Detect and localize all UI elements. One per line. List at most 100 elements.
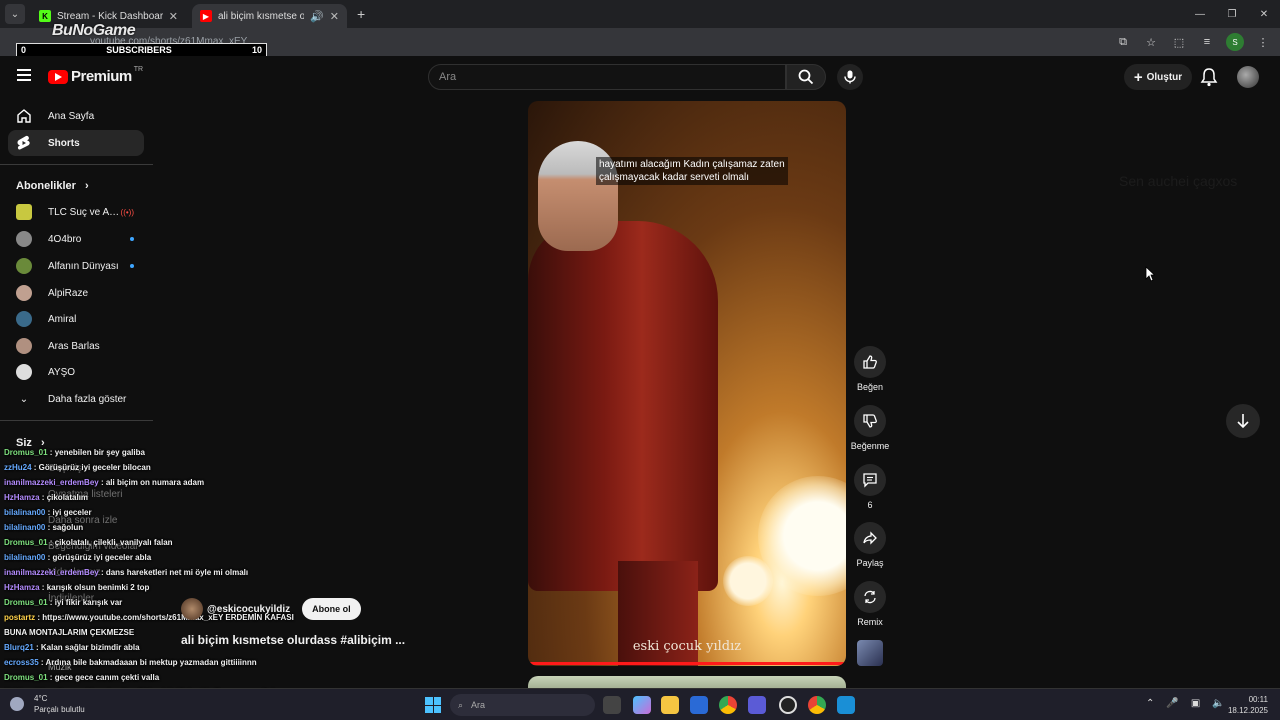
video-caption: hayatımı alacağım Kadın çalışamaz zaten … bbox=[596, 157, 788, 185]
tab-search-menu-icon[interactable]: ⌄ bbox=[5, 4, 25, 24]
chat-message: HzHamza : çikolatalım bbox=[4, 490, 334, 505]
channel-name: Alfanın Dünyası bbox=[48, 260, 119, 272]
sidebar-item-subscription[interactable]: AlpiRaze bbox=[16, 284, 134, 302]
obs-icon[interactable] bbox=[779, 696, 797, 714]
tab-youtube-short[interactable]: ▶ ali biçim kısmetse olurdass 🔊 ✕ bbox=[192, 4, 347, 28]
video-watermark: eski çocuk yıldız bbox=[632, 639, 742, 654]
microphone-icon[interactable]: 🎤 bbox=[1166, 698, 1178, 709]
subscriber-goal-bar: 0 SUBSCRIBERS 10 bbox=[16, 43, 267, 57]
hamburger-menu-icon[interactable] bbox=[17, 69, 31, 81]
network-icon[interactable]: ▣ bbox=[1191, 698, 1200, 709]
sidebar-item-subscription[interactable]: Amiral bbox=[16, 310, 134, 328]
file-explorer-icon[interactable] bbox=[661, 696, 679, 714]
dislike-button[interactable]: Beğenme bbox=[848, 405, 892, 451]
voice-search-button[interactable] bbox=[837, 64, 863, 90]
windows-taskbar: 4°C Parçalı bulutlu ⌕ Ara ⌃ 🎤 ▣ 🔈 00:11 … bbox=[0, 688, 1280, 720]
chat-username[interactable]: HzHamza bbox=[4, 583, 40, 592]
chat-username[interactable]: Dromus_01 bbox=[4, 538, 48, 547]
share-button[interactable]: Paylaş bbox=[848, 522, 892, 568]
task-view-icon[interactable] bbox=[603, 696, 621, 714]
weather-widget[interactable]: 4°C Parçalı bulutlu bbox=[34, 693, 85, 715]
browser-menu-icon[interactable]: ⋮ bbox=[1254, 33, 1272, 51]
store-icon[interactable] bbox=[690, 696, 708, 714]
minimize-icon[interactable]: — bbox=[1184, 0, 1216, 28]
sidebar-item-subscription[interactable]: Aras Barlas bbox=[16, 337, 134, 355]
chat-separator: : bbox=[31, 463, 39, 472]
windows-start-icon[interactable] bbox=[425, 697, 441, 713]
remix-button[interactable]: Remix bbox=[848, 581, 892, 627]
subscriptions-heading[interactable]: Abonelikler › bbox=[16, 180, 89, 192]
show-more-button[interactable]: ⌄ Daha fazla göster bbox=[16, 390, 134, 408]
caption-line: çalışmayacak kadar serveti olmalı bbox=[599, 172, 750, 183]
region-code: TR bbox=[133, 66, 144, 73]
subscribe-button[interactable]: Abone ol bbox=[302, 598, 361, 620]
comments-button[interactable]: 6 bbox=[848, 464, 892, 510]
close-tab-icon[interactable]: ✕ bbox=[330, 10, 339, 23]
app-icon[interactable] bbox=[748, 696, 766, 714]
chat-username[interactable]: zzHu24 bbox=[4, 463, 32, 472]
video-progress-bar[interactable] bbox=[528, 662, 846, 665]
copilot-icon[interactable] bbox=[633, 696, 651, 714]
video-title[interactable]: ali biçim kısmetse olurdass #alibiçim ..… bbox=[181, 633, 405, 647]
chrome-profile-icon[interactable] bbox=[808, 696, 826, 714]
close-tab-icon[interactable]: ✕ bbox=[169, 10, 178, 23]
sidebar-item-subscription[interactable]: TLC Suç ve Araşt... ((•)) bbox=[16, 203, 134, 221]
channel-avatar bbox=[16, 364, 32, 380]
chat-message: Dromus_01 : çikolatalı, çilekli, vanilya… bbox=[4, 535, 334, 550]
sidebar-item-subscription[interactable]: 4O4bro bbox=[16, 230, 134, 248]
youtube-logo[interactable]: Premium TR bbox=[48, 66, 144, 85]
sidebar-item-shorts[interactable]: Shorts bbox=[8, 130, 144, 156]
app-icon[interactable] bbox=[837, 696, 855, 714]
channel-avatar bbox=[16, 311, 32, 327]
shorts-video-player[interactable]: hayatımı alacağım Kadın çalışamaz zaten … bbox=[528, 101, 846, 666]
chat-username[interactable]: bilalinan00 bbox=[4, 523, 45, 532]
clock[interactable]: 00:11 18.12.2025 bbox=[1218, 694, 1268, 716]
chat-username[interactable]: bilalinan00 bbox=[4, 508, 45, 517]
search-input[interactable]: Ara bbox=[428, 64, 786, 90]
restore-icon[interactable]: ❐ bbox=[1216, 0, 1248, 28]
chrome-icon[interactable] bbox=[719, 696, 737, 714]
extensions-icon[interactable]: ⬚ bbox=[1170, 33, 1188, 51]
chat-separator: : bbox=[39, 493, 47, 502]
taskbar-search[interactable]: ⌕ Ara bbox=[450, 694, 595, 716]
next-short-button[interactable] bbox=[1226, 404, 1260, 438]
chat-text: ali biçim on numara adam bbox=[105, 478, 205, 487]
channel-handle[interactable]: @eskicocukyildiz bbox=[207, 604, 290, 615]
chat-username[interactable]: inanilmazzeki_erdemBey bbox=[4, 568, 99, 577]
notifications-bell-icon[interactable] bbox=[1200, 67, 1218, 87]
chat-username[interactable]: Blurq21 bbox=[4, 643, 34, 652]
chat-username[interactable]: ecross35 bbox=[4, 658, 39, 667]
sidebar-item-home[interactable]: Ana Sayfa bbox=[8, 103, 144, 129]
search-button[interactable] bbox=[786, 64, 826, 90]
new-tab-button[interactable]: + bbox=[357, 6, 365, 22]
channel-avatar[interactable] bbox=[181, 598, 203, 620]
chat-text: çikolatalı, çilekli, vanilyalı falan bbox=[54, 538, 173, 547]
sidebar-item-subscription[interactable]: Alfanın Dünyası bbox=[16, 257, 134, 275]
chat-username[interactable]: HzHamza bbox=[4, 493, 40, 502]
browser-tab-strip: ⌄ K Stream - Kick Dashboard ✕ ▶ ali biçi… bbox=[0, 0, 1280, 28]
chat-username[interactable]: Dromus_01 bbox=[4, 598, 48, 607]
bookmark-star-icon[interactable]: ☆ bbox=[1142, 33, 1160, 51]
media-controls-icon[interactable]: ≡ bbox=[1198, 33, 1216, 51]
speaker-icon[interactable]: 🔊 bbox=[310, 10, 324, 23]
date: 18.12.2025 bbox=[1227, 706, 1268, 715]
chevron-up-icon[interactable]: ⌃ bbox=[1146, 698, 1154, 709]
chat-username[interactable]: Dromus_01 bbox=[4, 448, 48, 457]
channel-info: @eskicocukyildiz Abone ol bbox=[181, 598, 361, 620]
channel-name: AlpiRaze bbox=[48, 287, 89, 299]
chat-username[interactable]: Dromus_01 bbox=[4, 673, 48, 682]
profile-icon[interactable]: S bbox=[1226, 33, 1244, 51]
create-button[interactable]: + Oluştur bbox=[1124, 64, 1192, 90]
install-app-icon[interactable]: ⧉ bbox=[1114, 33, 1132, 51]
chevron-down-icon: ⌄ bbox=[19, 393, 29, 405]
chat-username[interactable]: inanilmazzeki_erdemBey bbox=[4, 478, 99, 487]
chat-username[interactable]: postartz bbox=[4, 613, 35, 622]
audio-source-thumbnail[interactable] bbox=[857, 640, 883, 666]
like-button[interactable]: Beğen bbox=[848, 346, 892, 392]
sidebar-item-subscription[interactable]: AYŞO bbox=[16, 363, 134, 381]
account-avatar[interactable] bbox=[1237, 66, 1259, 88]
chat-message: inanilmazzeki_erdemBey : dans hareketler… bbox=[4, 565, 334, 580]
close-window-icon[interactable]: ✕ bbox=[1248, 0, 1280, 28]
chat-username[interactable]: bilalinan00 bbox=[4, 553, 45, 562]
share-label: Paylaş bbox=[856, 558, 884, 568]
